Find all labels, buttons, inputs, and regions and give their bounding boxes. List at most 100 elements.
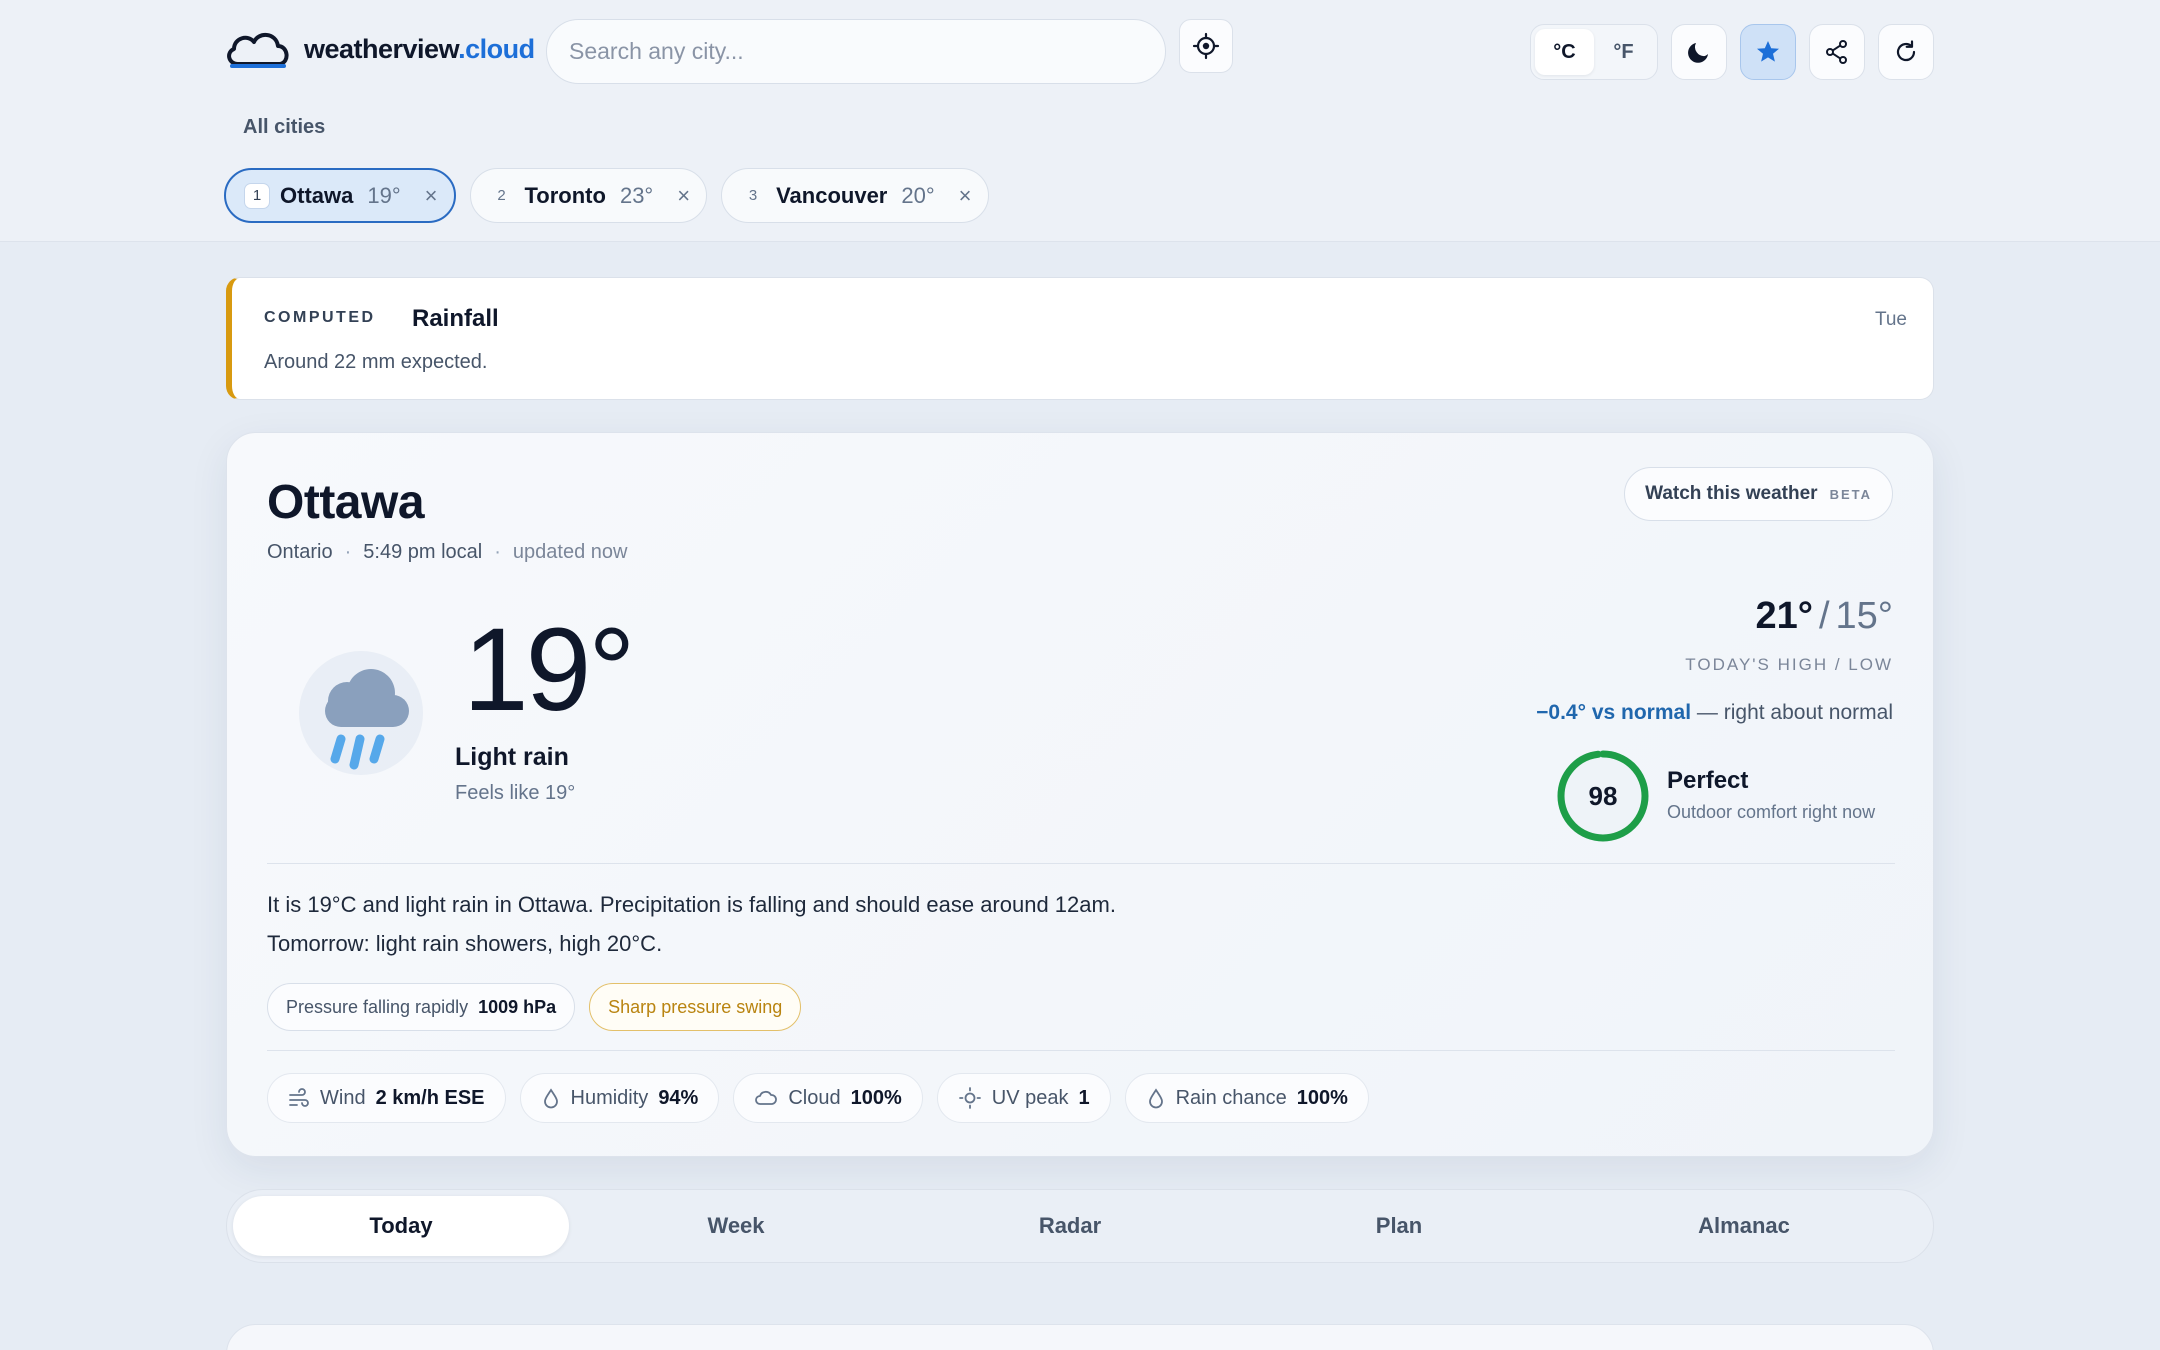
stat-label: Cloud xyxy=(788,1086,841,1109)
wind-icon xyxy=(289,1088,309,1107)
chip-temperature: 23° xyxy=(619,182,654,208)
local-time: 5:49 pm local xyxy=(363,541,483,563)
locate-button[interactable] xyxy=(1179,19,1233,73)
logo[interactable]: weatherview.cloud xyxy=(224,28,535,70)
stat-cloud: Cloud 100% xyxy=(733,1073,923,1123)
stat-label: Humidity xyxy=(570,1086,649,1109)
divider xyxy=(267,1050,1895,1051)
all-cities-label: All cities xyxy=(243,116,326,138)
chip-temperature: 19° xyxy=(367,182,401,208)
stats-row: Wind 2 km/h ESE Humidity 94% Cloud 100% … xyxy=(267,1073,1369,1123)
city-chip-ottawa[interactable]: 1 Ottawa 19° × xyxy=(224,168,456,223)
city-chip-vancouver[interactable]: 3 Vancouver 20° × xyxy=(721,168,989,223)
alert-text: Around 22 mm expected. xyxy=(264,351,488,373)
current-weather-card: Ottawa Ontario · 5:49 pm local · updated… xyxy=(226,432,1934,1157)
unit-toggle[interactable]: °C °F xyxy=(1530,24,1658,80)
next-section-card xyxy=(226,1324,1934,1350)
comfort-subtitle: Outdoor comfort right now xyxy=(1667,802,1876,822)
alert-title: Rainfall xyxy=(412,305,499,332)
stat-value: 94% xyxy=(658,1086,699,1109)
favorite-button[interactable] xyxy=(1740,24,1796,80)
stat-label: UV peak xyxy=(991,1086,1069,1109)
current-temperature: 19° xyxy=(463,604,635,736)
high-low: 21°/15° xyxy=(1755,595,1894,637)
city-search-input[interactable] xyxy=(546,19,1166,84)
separator: · xyxy=(344,541,352,563)
pressure-warning-pill: Sharp pressure swing xyxy=(589,983,802,1031)
pressure-pills: Pressure falling rapidly 1009 hPa Sharp p… xyxy=(267,983,802,1031)
chip-number: 3 xyxy=(748,187,758,204)
feels-like: Feels like 19° xyxy=(455,782,576,804)
beta-badge: BETA xyxy=(1829,486,1872,502)
tab-almanac[interactable]: Almanac xyxy=(1561,1196,1927,1256)
unit-fahrenheit-button[interactable]: °F xyxy=(1594,29,1653,75)
region: Ontario xyxy=(267,541,333,563)
watch-label: Watch this weather xyxy=(1645,483,1818,504)
divider xyxy=(267,863,1895,864)
high-low-label: TODAY'S HIGH / LOW xyxy=(1685,655,1893,674)
stat-value: 100% xyxy=(850,1086,902,1109)
chip-temperature: 20° xyxy=(901,182,935,208)
stat-value: 100% xyxy=(1296,1086,1348,1109)
vs-normal-delta: −0.4° vs normal xyxy=(1536,701,1692,724)
refresh-icon xyxy=(1896,40,1916,62)
tab-plan[interactable]: Plan xyxy=(1237,1196,1561,1256)
city-meta: Ontario · 5:49 pm local · updated now xyxy=(267,541,627,564)
light-rain-icon xyxy=(299,651,423,775)
stat-value: 1 xyxy=(1078,1086,1090,1109)
close-icon[interactable]: × xyxy=(425,184,438,207)
low-temp: 15° xyxy=(1835,595,1893,637)
refresh-button[interactable] xyxy=(1878,24,1934,80)
star-icon xyxy=(1757,41,1779,62)
logo-text: weatherview.cloud xyxy=(304,33,535,64)
cloud-logo-icon xyxy=(227,33,289,68)
pressure-value: 1009 hPa xyxy=(478,996,557,1017)
summary-line: Tomorrow: light rain showers, high 20°C. xyxy=(267,931,663,956)
rainfall-alert[interactable]: COMPUTED Rainfall Tue Around 22 mm expec… xyxy=(226,277,1934,400)
close-icon[interactable]: × xyxy=(677,184,690,207)
chip-city-name: Vancouver xyxy=(776,182,888,208)
tab-week[interactable]: Week xyxy=(569,1196,903,1256)
cloud-icon xyxy=(755,1090,778,1105)
dark-mode-button[interactable] xyxy=(1671,24,1727,80)
vs-normal-note: — right about normal xyxy=(1696,701,1893,724)
sun-icon xyxy=(958,1087,981,1109)
close-icon[interactable]: × xyxy=(959,184,972,207)
pressure-pill: Pressure falling rapidly 1009 hPa xyxy=(267,983,576,1031)
city-chips: 1 Ottawa 19° × 2 Toronto 23° × 3 Vancouv… xyxy=(224,168,989,223)
chip-number: 1 xyxy=(244,182,270,209)
tab-radar[interactable]: Radar xyxy=(903,1196,1237,1256)
alert-tag: COMPUTED xyxy=(264,309,376,326)
stat-label: Wind xyxy=(320,1086,366,1109)
share-icon xyxy=(1826,40,1847,64)
summary-line: It is 19°C and light rain in Ottawa. Pre… xyxy=(267,892,1116,917)
moon-icon xyxy=(1688,43,1708,63)
city-title: Ottawa xyxy=(267,476,425,529)
pressure-warning: Sharp pressure swing xyxy=(608,996,783,1017)
stat-wind: Wind 2 km/h ESE xyxy=(267,1073,506,1123)
stat-label: Rain chance xyxy=(1175,1086,1287,1109)
city-chip-toronto[interactable]: 2 Toronto 23° × xyxy=(469,168,708,223)
comfort-title: Perfect xyxy=(1667,767,1749,794)
chip-city-name: Toronto xyxy=(524,182,606,208)
chip-city-name: Ottawa xyxy=(280,182,354,208)
chip-number: 2 xyxy=(497,187,506,204)
tab-today[interactable]: Today xyxy=(233,1196,569,1256)
condition-text: Light rain xyxy=(455,743,569,771)
unit-celsius-button[interactable]: °C xyxy=(1535,29,1594,75)
high-temp: 21° xyxy=(1755,595,1813,637)
vs-normal: −0.4° vs normal — right about normal xyxy=(1536,701,1893,725)
humidity-icon xyxy=(543,1088,558,1109)
pressure-label: Pressure falling rapidly xyxy=(286,996,469,1017)
stat-uv: UV peak 1 xyxy=(936,1073,1111,1123)
watch-weather-button[interactable]: Watch this weather BETA xyxy=(1624,467,1893,521)
comfort-score: 98 xyxy=(1588,780,1618,811)
raindrop-icon xyxy=(1148,1088,1163,1109)
separator: · xyxy=(494,541,501,563)
stat-rain-chance: Rain chance 100% xyxy=(1124,1073,1369,1123)
share-button[interactable] xyxy=(1809,24,1865,80)
alert-day: Tue xyxy=(1874,309,1907,330)
weather-summary: It is 19°C and light rain in Ottawa. Pre… xyxy=(267,885,1116,963)
stat-value: 2 km/h ESE xyxy=(375,1086,485,1109)
stat-humidity: Humidity 94% xyxy=(519,1073,720,1123)
